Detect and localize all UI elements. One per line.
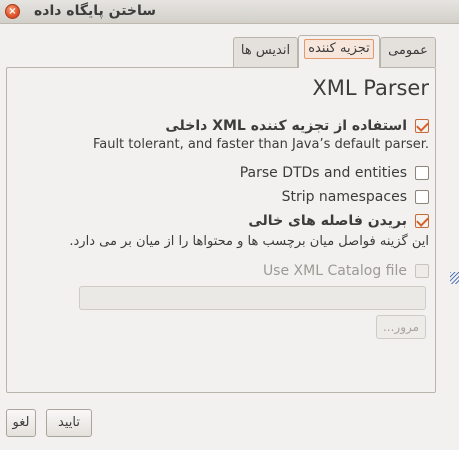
tab-label: تجزیه کننده bbox=[304, 39, 374, 59]
xml-catalog-checkbox[interactable] bbox=[415, 264, 429, 278]
tab-panel bbox=[6, 67, 436, 393]
browse-button[interactable]: مرور... bbox=[376, 315, 426, 339]
ok-button[interactable]: تایید bbox=[46, 409, 92, 437]
option-description: این گزینه فواصل میان برچسب ها و محتواها … bbox=[69, 234, 429, 249]
strip-namespaces-checkbox[interactable] bbox=[415, 190, 429, 204]
option-label: Strip namespaces bbox=[281, 189, 407, 205]
tab-label: عمومی bbox=[388, 43, 428, 58]
section-title: XML Parser bbox=[312, 76, 429, 100]
cancel-button[interactable]: لغو bbox=[6, 409, 36, 437]
option-xml-catalog[interactable]: Use XML Catalog file bbox=[263, 262, 429, 280]
title-bar: × ساختن پایگاه داده bbox=[0, 0, 459, 24]
strip-whitespace-checkbox[interactable] bbox=[415, 214, 429, 228]
option-label: بریدن فاصله های خالی bbox=[248, 213, 407, 229]
window-edge-fragment bbox=[450, 272, 459, 284]
option-internal-parser[interactable]: استفاده از تجزیه کننده XML داخلی bbox=[165, 117, 429, 135]
close-icon[interactable]: × bbox=[5, 4, 20, 19]
option-label: Use XML Catalog file bbox=[262, 263, 407, 279]
option-label: Parse DTDs and entities bbox=[239, 165, 407, 181]
option-strip-whitespace[interactable]: بریدن فاصله های خالی bbox=[248, 212, 429, 230]
tab-general[interactable]: عمومی bbox=[380, 37, 436, 67]
tab-indexes[interactable]: اندیس ها bbox=[233, 37, 298, 67]
tab-parser[interactable]: تجزیه کننده bbox=[298, 35, 380, 68]
option-label: استفاده از تجزیه کننده XML داخلی bbox=[165, 118, 407, 134]
option-parse-dtds[interactable]: Parse DTDs and entities bbox=[240, 164, 429, 182]
tab-label: اندیس ها bbox=[240, 43, 291, 58]
internal-parser-checkbox[interactable] bbox=[415, 119, 429, 133]
option-strip-namespaces[interactable]: Strip namespaces bbox=[282, 188, 429, 206]
parse-dtds-checkbox[interactable] bbox=[415, 166, 429, 180]
catalog-path-field[interactable] bbox=[79, 286, 426, 310]
window-title: ساختن پایگاه داده bbox=[34, 3, 157, 19]
option-description: Fault tolerant, and faster than Java’s d… bbox=[92, 137, 429, 152]
